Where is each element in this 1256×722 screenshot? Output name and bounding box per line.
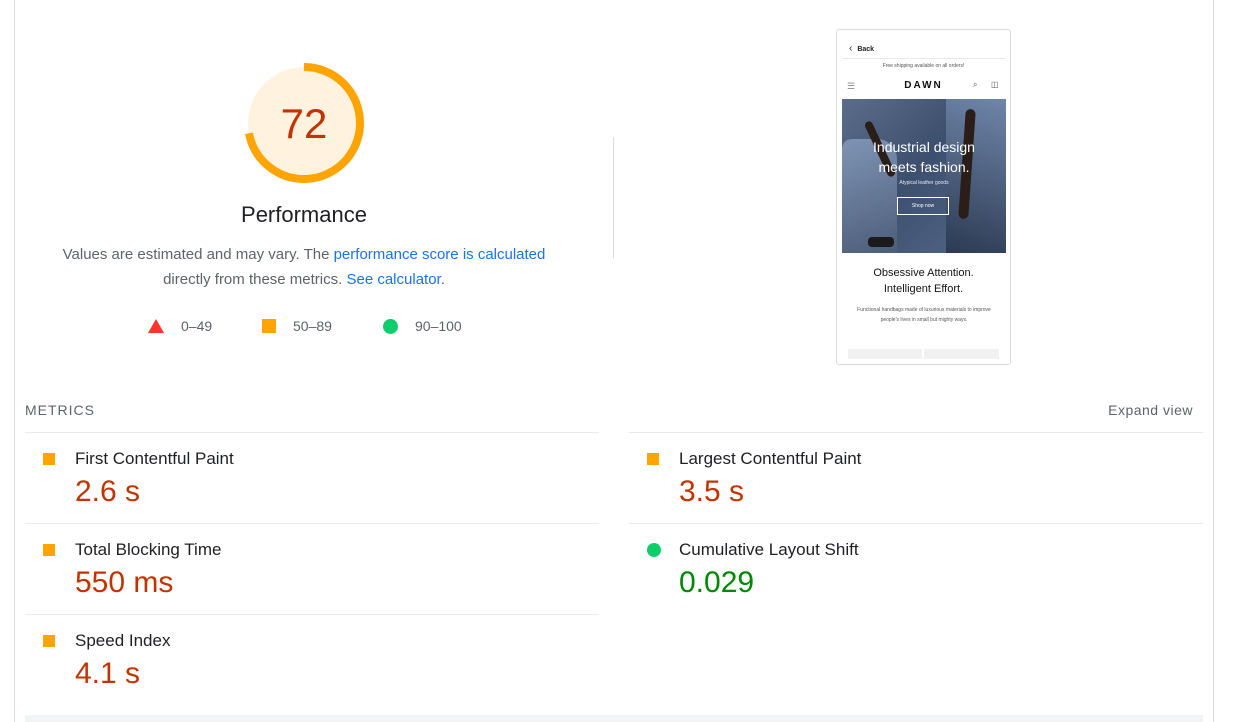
screenshot-bar-right [924,349,999,359]
circle-icon [647,543,661,557]
screenshot-back-label: Back [857,46,875,53]
screenshot-section-text: Functional handbags made of luxurious ma… [857,307,991,323]
screenshot-logo: DAWN [904,80,943,91]
metric-title: First Contentful Paint [75,449,234,468]
hero-shoe [868,237,894,247]
metric-value: 3.5 s [679,475,745,508]
description-text-3: . [440,271,445,288]
metric-largest-contentful-paint: Largest Contentful Paint 3.5 s [629,433,1169,523]
expand-view-button[interactable]: Expand view [1108,402,1193,418]
square-icon [43,635,55,647]
description-text-2: directly from these metrics. [163,271,347,288]
metric-value: 550 ms [75,566,174,599]
metric-title: Cumulative Layout Shift [679,540,859,559]
metric-total-blocking-time: Total Blocking Time 550 ms [25,524,565,614]
description-text-1: Values are estimated and may vary. The [62,246,334,263]
page-screenshot[interactable]: ‹ Back Free shipping available on all ord… [836,29,1011,365]
gauge-title: Performance [241,202,367,227]
score-description: Values are estimated and may vary. The p… [54,242,554,292]
legend-label: 0–49 [181,318,213,334]
metrics-heading: METRICS [25,402,95,418]
hero-subtitle: Atypical leather goods [899,180,949,186]
hero-shop-button: Shop now [897,197,949,215]
metric-cumulative-layout-shift: Cumulative Layout Shift 0.029 [629,524,1169,614]
metric-value: 2.6 s [75,475,141,508]
legend-fail: 0–49 [148,316,212,336]
hero-title: Industrial design meets fashion. [842,137,1006,177]
section-title-line-2: Intelligent Effort. [883,283,964,295]
metric-first-contentful-paint: First Contentful Paint 2.6 s [25,433,565,523]
metric-title: Total Blocking Time [75,540,222,559]
metric-speed-index: Speed Index 4.1 s [25,615,565,705]
screenshot-shipping-banner: Free shipping available on all orders! [882,63,965,69]
metric-value: 0.029 [679,566,755,599]
square-icon [262,319,276,333]
cart-icon: ◫ [991,80,999,89]
screenshot-section-title: Obsessive Attention. Intelligent Effort. [837,265,1010,297]
performance-score-link[interactable]: performance score is calculated [334,246,546,263]
metric-title: Largest Contentful Paint [679,449,862,468]
screenshot-separator [843,58,1005,59]
search-icon: ⌕ [973,80,978,89]
see-calculator-link[interactable]: See calculator [346,271,440,288]
circle-icon [383,318,398,334]
hero-title-line-2: meets fashion. [878,159,970,175]
bottom-section-bar [25,715,1203,722]
metric-title: Speed Index [75,631,171,650]
square-icon [43,453,55,465]
chevron-left-icon: ‹ [849,43,853,54]
hero-title-line-1: Industrial design [873,139,975,155]
screenshot-bar-left [848,349,922,359]
screenshot-back: ‹ Back [849,43,874,54]
vertical-divider [613,137,614,258]
legend-average: 50–89 [262,316,332,336]
legend-label: 90–100 [415,318,462,334]
legend-pass: 90–100 [383,316,462,336]
screenshot-hero: Industrial design meets fashion. Atypica… [842,99,1006,253]
square-icon [647,453,659,465]
section-title-line-1: Obsessive Attention. [873,267,974,279]
gauge-score: 72 [280,100,328,147]
legend-label: 50–89 [293,318,332,334]
square-icon [43,544,55,556]
metric-value: 4.1 s [75,657,141,690]
triangle-icon [148,319,164,333]
